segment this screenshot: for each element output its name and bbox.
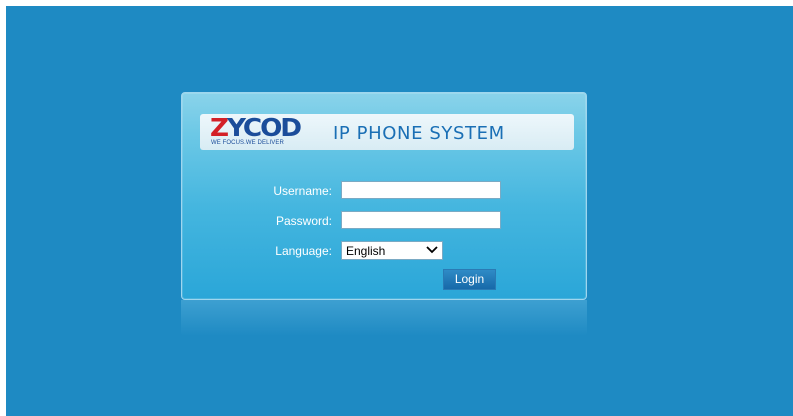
language-selected-value: English <box>346 244 386 258</box>
language-label: Language: <box>275 244 332 258</box>
login-button[interactable]: Login <box>443 269 496 290</box>
username-input[interactable] <box>341 181 501 199</box>
password-label: Password: <box>275 214 332 228</box>
zycoo-logo: ZYCOD WE FOCUS.WE DELIVER <box>210 113 310 148</box>
password-input[interactable] <box>341 211 501 229</box>
password-row: Password: <box>182 211 586 231</box>
header-banner: ZYCOD WE FOCUS.WE DELIVER IP PHONE SYSTE… <box>200 114 574 150</box>
page-background: ZYCOD WE FOCUS.WE DELIVER IP PHONE SYSTE… <box>6 6 793 416</box>
username-row: Username: <box>182 181 586 201</box>
system-title: IP PHONE SYSTEM <box>333 123 505 144</box>
language-row: Language: <box>182 241 332 261</box>
language-select[interactable]: English <box>341 241 443 260</box>
login-panel: ZYCOD WE FOCUS.WE DELIVER IP PHONE SYSTE… <box>181 92 587 300</box>
chevron-down-icon <box>426 246 438 254</box>
logo-wordmark: ZYCOD <box>210 113 302 142</box>
logo-tagline: WE FOCUS.WE DELIVER <box>211 140 284 146</box>
panel-reflection <box>181 300 587 336</box>
username-label: Username: <box>273 184 332 198</box>
